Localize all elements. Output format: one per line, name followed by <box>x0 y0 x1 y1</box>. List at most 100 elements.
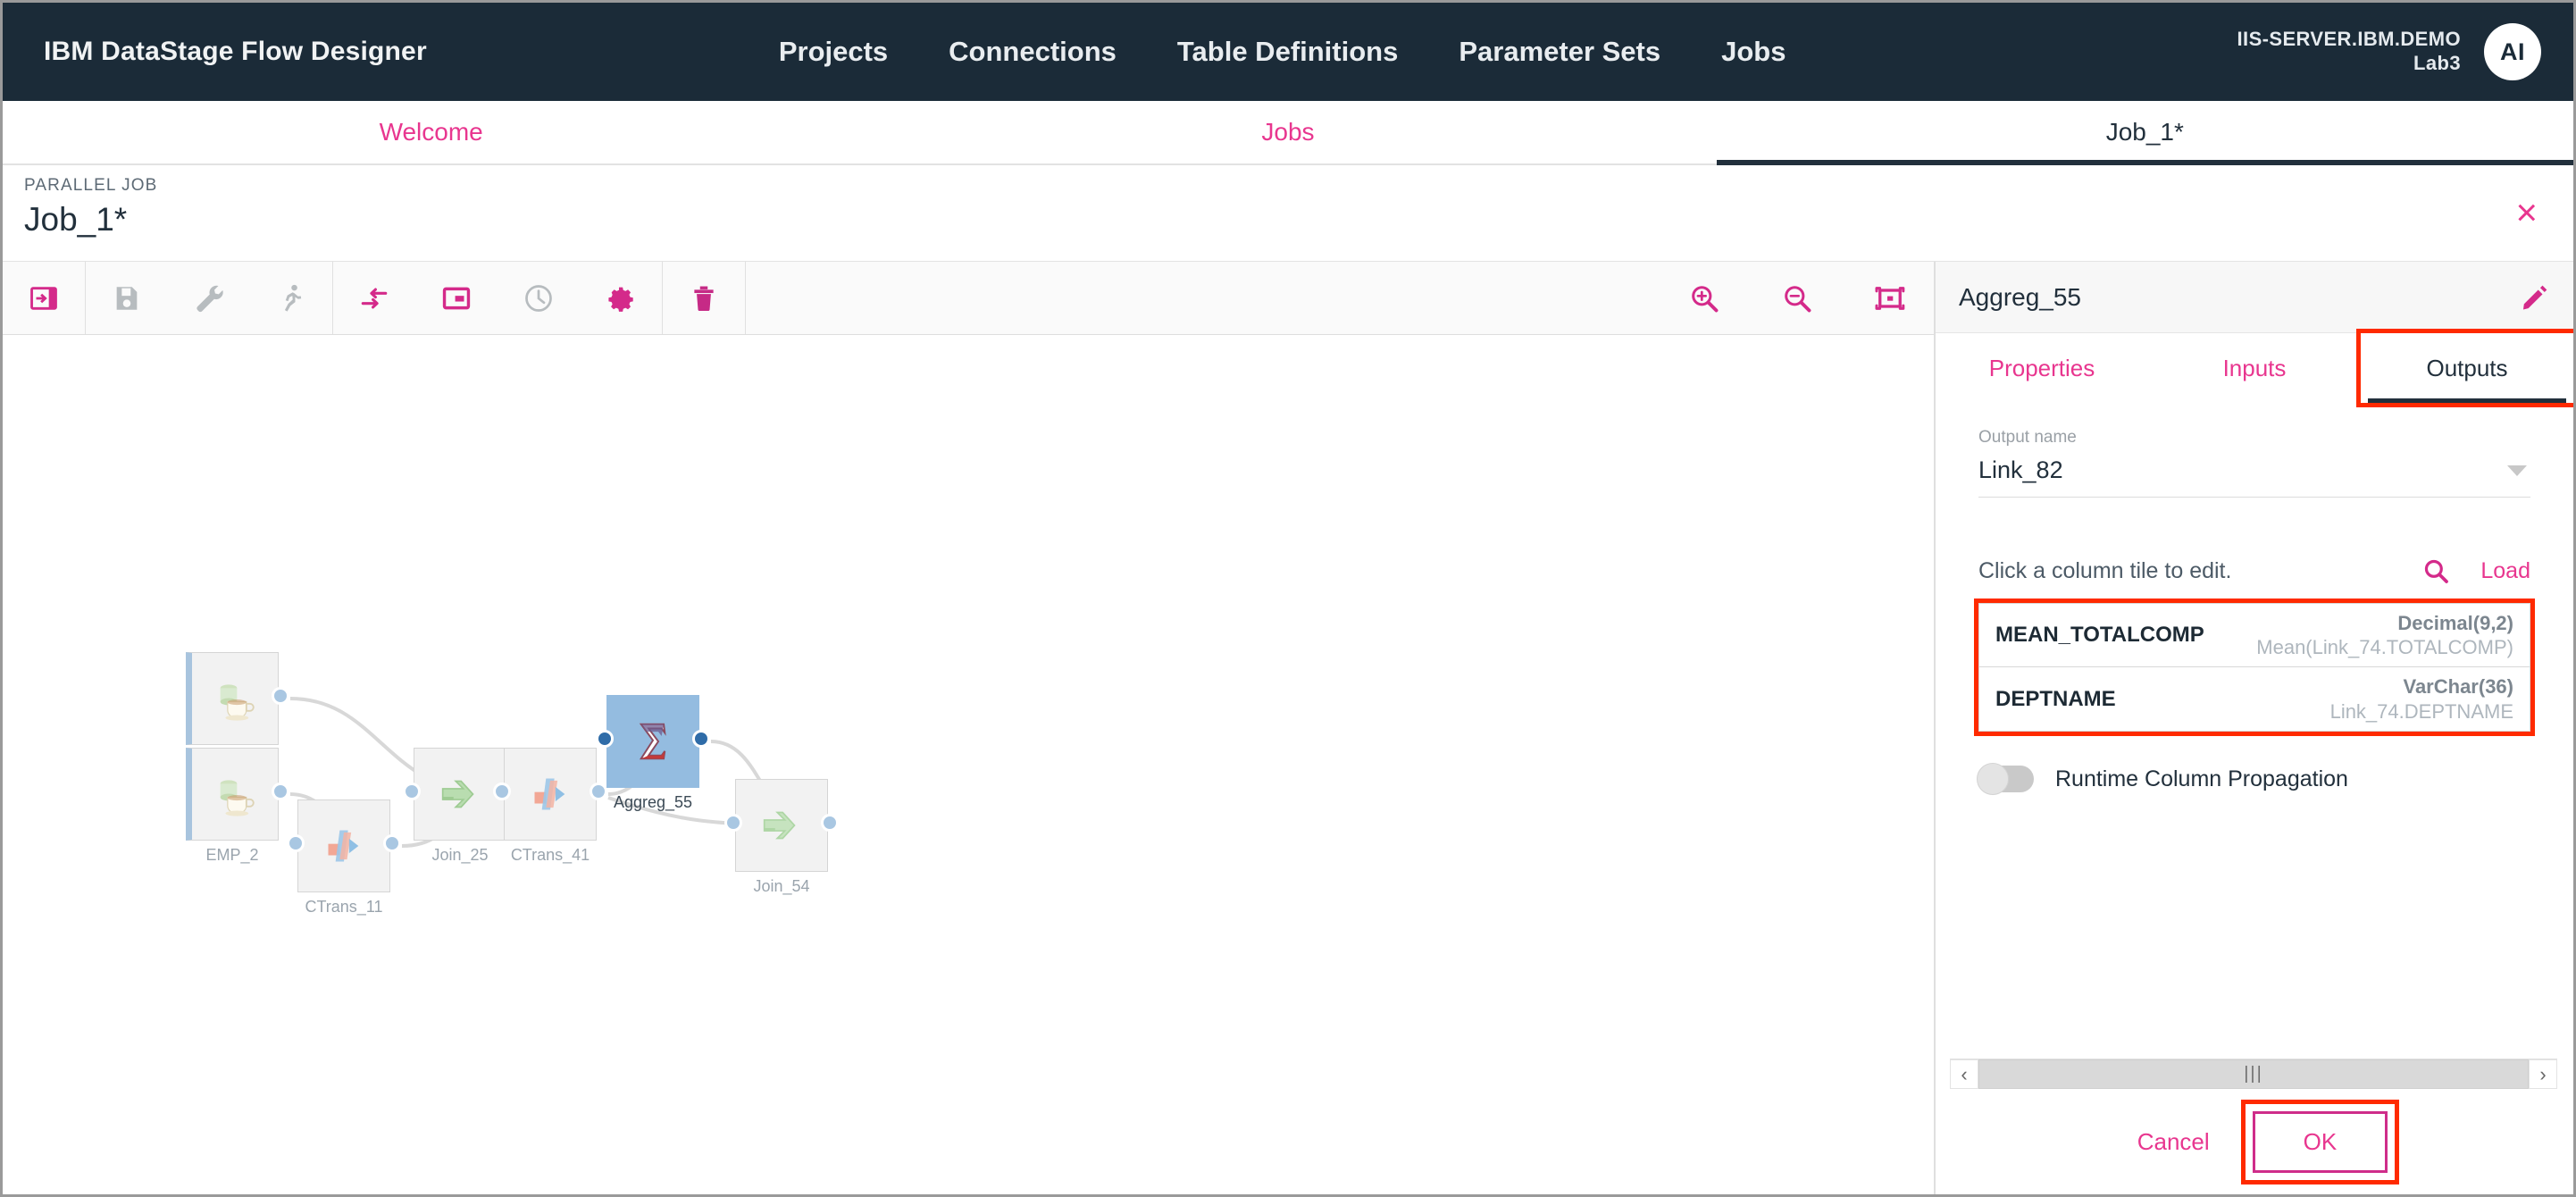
page-title: Job_1* <box>24 201 128 238</box>
column-meta: VarChar(36) Link_74.DEPTNAME <box>2330 674 2513 724</box>
transformer-icon <box>319 821 369 871</box>
tab-jobs[interactable]: Jobs <box>859 101 1716 163</box>
server-info: IIS-SERVER.IBM.DEMO Lab3 <box>2237 28 2461 76</box>
panel-tab-group: Properties Inputs Outputs <box>1936 329 2573 407</box>
node-input-port[interactable] <box>403 783 421 800</box>
chevron-down-icon[interactable] <box>2507 465 2527 476</box>
link-ordering-icon[interactable] <box>333 262 415 334</box>
canvas-node-join-25[interactable]: Join_25 <box>403 748 517 865</box>
node-input-port[interactable] <box>287 834 305 852</box>
tab-job-1[interactable]: Job_1* <box>1716 101 2573 165</box>
user-area: IIS-SERVER.IBM.DEMO Lab3 AI <box>2237 3 2541 101</box>
delete-trash-icon[interactable] <box>663 262 745 334</box>
top-navigation-bar: IBM DataStage Flow Designer Projects Con… <box>3 3 2573 101</box>
tab-properties[interactable]: Properties <box>1936 333 2148 403</box>
node-output-port[interactable] <box>272 783 289 800</box>
tab-outputs[interactable]: Outputs <box>2356 329 2573 407</box>
close-icon[interactable]: × <box>2515 194 2538 231</box>
nav-link-jobs[interactable]: Jobs <box>1691 36 1816 68</box>
node-label: Join_25 <box>431 846 489 864</box>
canvas-node-aggreg-55[interactable]: Aggreg_55 <box>596 695 710 812</box>
node-output-port[interactable] <box>692 730 710 748</box>
nav-link-table-definitions[interactable]: Table Definitions <box>1147 36 1428 68</box>
output-name-select[interactable]: Link_82 <box>1978 456 2530 498</box>
column-derivation: Mean(Link_74.TOTALCOMP) <box>2256 636 2513 658</box>
scroll-left-icon[interactable]: ‹ <box>1950 1059 1978 1089</box>
canvas-node-ctrans-41[interactable]: CTrans_41 <box>493 748 607 865</box>
node-box[interactable] <box>186 652 289 745</box>
transformer-icon <box>525 769 575 819</box>
tab-inputs[interactable]: Inputs <box>2148 333 2361 403</box>
node-box[interactable] <box>287 799 401 892</box>
panel-stage-name: Aggreg_55 <box>1959 282 2082 311</box>
panel-body: Output name Link_82 Click a column tile … <box>1936 403 2573 1059</box>
node-label: EMP_2 <box>205 846 259 864</box>
main-nav-links: Projects Connections Table Definitions P… <box>749 36 1817 68</box>
jdbc-connector-icon <box>210 769 260 819</box>
stage-properties-panel: Aggreg_55 Properties Inputs Outputs Outp… <box>1934 262 2573 1194</box>
node-output-port[interactable] <box>821 814 839 832</box>
join-arrow-icon <box>756 799 807 851</box>
runtime-column-propagation-toggle[interactable] <box>1977 763 2034 795</box>
nav-link-parameter-sets[interactable]: Parameter Sets <box>1428 36 1691 68</box>
aggregator-sigma-icon <box>627 716 679 767</box>
compile-wrench-icon[interactable] <box>168 262 250 334</box>
palette-toggle-icon[interactable] <box>3 262 85 334</box>
panel-footer: Cancel OK <box>1936 1089 2573 1194</box>
job-flow-canvas[interactable]: DEPT_1 EMP_2 <box>3 335 1936 1194</box>
node-box[interactable] <box>493 748 607 841</box>
runtime-column-propagation-row: Runtime Column Propagation <box>1977 763 2530 795</box>
node-box[interactable] <box>596 695 710 788</box>
node-box[interactable] <box>186 748 289 841</box>
run-icon[interactable] <box>250 262 332 334</box>
annotation-icon[interactable] <box>415 262 498 334</box>
zoom-out-icon[interactable] <box>1751 262 1844 334</box>
nav-link-connections[interactable]: Connections <box>918 36 1147 68</box>
zoom-in-icon[interactable] <box>1658 262 1751 334</box>
server-project: Lab3 <box>2413 52 2461 74</box>
node-input-port[interactable] <box>596 730 614 748</box>
history-clock-icon[interactable] <box>498 262 580 334</box>
scroll-thumb[interactable]: ||| <box>1978 1059 2529 1089</box>
node-box[interactable] <box>403 748 517 841</box>
canvas-node-join-54[interactable]: Join_54 <box>724 779 839 896</box>
join-arrow-icon <box>434 768 486 820</box>
panel-header: Aggreg_55 <box>1936 262 2573 333</box>
save-icon[interactable] <box>86 262 168 334</box>
node-output-port[interactable] <box>590 783 607 800</box>
node-output-port[interactable] <box>383 834 401 852</box>
node-output-port[interactable] <box>272 687 289 705</box>
node-input-port[interactable] <box>724 814 742 832</box>
pencil-icon[interactable] <box>2520 282 2550 313</box>
settings-gear-icon[interactable] <box>580 262 662 334</box>
output-name-label: Output name <box>1978 428 2077 447</box>
node-label: CTrans_11 <box>305 898 383 916</box>
zoom-fit-icon[interactable] <box>1844 262 1936 334</box>
search-icon[interactable] <box>2421 557 2450 585</box>
tab-welcome[interactable]: Welcome <box>3 101 859 163</box>
cancel-button[interactable]: Cancel <box>2114 1116 2233 1168</box>
app-brand-title: IBM DataStage Flow Designer <box>44 37 427 66</box>
panel-horizontal-scrollbar[interactable]: ‹ ||| › <box>1950 1059 2557 1089</box>
avatar[interactable]: AI <box>2484 23 2541 80</box>
canvas-node-ctrans-11[interactable]: CTrans_11 <box>287 799 401 917</box>
scroll-right-icon[interactable]: › <box>2529 1059 2557 1089</box>
output-name-value: Link_82 <box>1978 456 2063 483</box>
column-tile[interactable]: MEAN_TOTALCOMP Decimal(9,2) Mean(Link_74… <box>1978 603 2530 667</box>
canvas-node-emp-2[interactable]: EMP_2 <box>186 748 289 865</box>
server-host: IIS-SERVER.IBM.DEMO <box>2237 28 2461 51</box>
load-columns-link[interactable]: Load <box>2480 558 2530 584</box>
ok-button[interactable]: OK <box>2252 1110 2388 1173</box>
column-tile[interactable]: DEPTNAME VarChar(36) Link_74.DEPTNAME <box>1978 667 2530 732</box>
output-name-field: Output name Link_82 <box>1978 428 2530 498</box>
node-box[interactable] <box>724 779 839 872</box>
ok-button-highlight: OK <box>2240 1099 2400 1184</box>
column-type: VarChar(36) <box>2403 675 2513 698</box>
main-tab-strip: Welcome Jobs Job_1* <box>3 101 2573 165</box>
nav-link-projects[interactable]: Projects <box>749 36 918 68</box>
canvas-toolbar <box>3 262 1936 335</box>
app-window: IBM DataStage Flow Designer Projects Con… <box>0 0 2576 1197</box>
job-type-kicker: PARALLEL JOB <box>24 176 158 195</box>
node-input-port[interactable] <box>493 783 511 800</box>
